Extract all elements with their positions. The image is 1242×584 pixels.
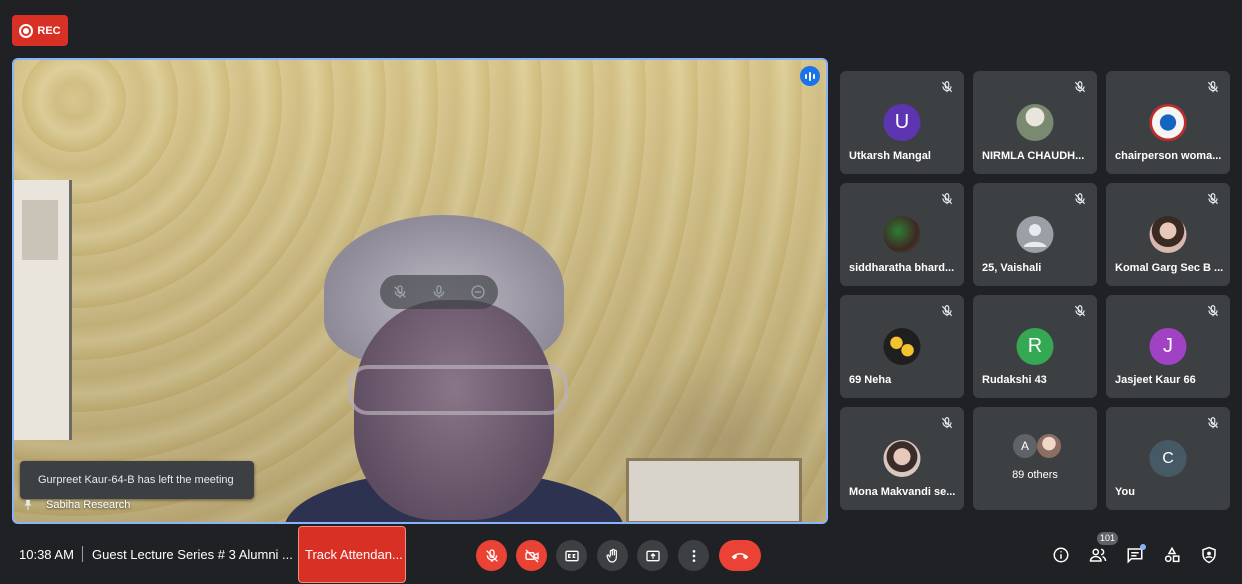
track-attendance-button[interactable]: Track Attendan... [298,526,406,583]
participant-name: Sabiha Research [46,499,131,511]
main-video-tile[interactable]: Gurpreet Kaur-64-B has left the meeting … [12,58,828,524]
mic-toggle-button[interactable] [476,540,507,571]
camera-off-icon [524,548,540,564]
recording-badge[interactable]: REC [12,15,68,46]
participant-name: Utkarsh Mangal [849,150,931,162]
avatar [1016,104,1054,141]
participant-name: NIRMLA CHAUDH... [982,150,1085,162]
participant-name: siddharatha bhard... [849,262,955,274]
participant-grid: U Utkarsh Mangal NIRMLA CHAUDH... chairp… [840,71,1230,510]
participant-tile[interactable]: 69 Neha [840,295,964,398]
avatar [883,440,921,477]
activities-icon[interactable] [1162,545,1182,565]
default-avatar-icon [1016,216,1054,253]
meeting-details-icon[interactable] [1051,545,1071,565]
participant-name: 25, Vaishali [982,262,1042,274]
participant-tile[interactable]: U Utkarsh Mangal [840,71,964,174]
tile-hover-controls [380,275,498,309]
participant-name: Rudakshi 43 [982,374,1047,386]
wall-poster [14,180,72,440]
mic-icon[interactable] [430,283,448,301]
avatar: C [1149,440,1187,477]
participant-tile[interactable]: R Rudakshi 43 [973,295,1097,398]
participant-name-tag: Sabiha Research [22,498,130,512]
closed-captions-icon [564,548,580,564]
mic-off-icon [1073,80,1087,94]
avatar: R [1016,328,1054,365]
raise-hand-button[interactable] [597,540,628,571]
more-vert-icon [686,548,702,564]
participant-tile[interactable]: chairperson woma... [1106,71,1230,174]
mic-off-icon [1073,304,1087,318]
present-icon [645,548,661,564]
mic-off-icon[interactable] [391,283,409,301]
participant-name: Komal Garg Sec B ... [1115,262,1224,274]
wall-frame [626,458,802,522]
people-count-badge: 101 [1097,532,1119,545]
toast-text: Gurpreet Kaur-64-B has left the meeting [38,474,234,486]
avatar [1037,434,1061,458]
mic-off-icon [940,304,954,318]
call-end-icon [730,549,750,563]
avatar: U [883,104,921,141]
notification-toast: Gurpreet Kaur-64-B has left the meeting [20,461,254,499]
avatar [883,216,921,253]
participant-tile[interactable]: siddharatha bhard... [840,183,964,286]
mic-off-icon [1073,192,1087,206]
speaking-indicator-icon [800,66,820,86]
mic-off-icon [1206,192,1220,206]
remove-icon[interactable] [469,283,487,301]
bottom-toolbar: 10:38 AM Guest Lecture Series # 3 Alumni… [0,524,1242,584]
avatar [883,328,921,365]
track-attendance-label: Track Attendan... [305,547,403,562]
captions-button[interactable] [556,540,587,571]
divider [82,546,83,562]
host-controls-icon[interactable] [1199,545,1219,565]
leave-call-button[interactable] [719,540,761,571]
camera-toggle-button[interactable] [516,540,547,571]
participant-name: Mona Makvandi se... [849,486,956,498]
pin-icon[interactable] [22,498,34,512]
participant-name: 69 Neha [849,374,892,386]
meeting-title[interactable]: Guest Lecture Series # 3 Alumni ... [92,547,293,562]
participant-tile[interactable]: NIRMLA CHAUDH... [973,71,1097,174]
present-screen-button[interactable] [637,540,668,571]
participant-tile[interactable]: Komal Garg Sec B ... [1106,183,1230,286]
others-tile[interactable]: A 89 others [973,407,1097,510]
mic-off-icon [940,416,954,430]
others-count: 89 others [1012,469,1058,481]
avatar: A [1013,434,1037,458]
hand-icon [605,548,621,564]
participant-name: chairperson woma... [1115,150,1222,162]
record-icon [19,23,34,38]
participant-tile[interactable]: Mona Makvandi se... [840,407,964,510]
recording-label: REC [37,24,61,37]
speaker-video [284,210,624,522]
participant-tile-self[interactable]: C You [1106,407,1230,510]
mic-off-icon [940,80,954,94]
avatar [1149,104,1187,141]
clock: 10:38 AM [19,547,74,562]
mic-off-icon [940,192,954,206]
avatar: J [1149,328,1187,365]
mic-off-icon [1206,80,1220,94]
participant-tile[interactable]: J Jasjeet Kaur 66 [1106,295,1230,398]
avatar [1149,216,1187,253]
more-options-button[interactable] [678,540,709,571]
participant-name: Jasjeet Kaur 66 [1115,374,1196,386]
participant-tile[interactable]: 25, Vaishali [973,183,1097,286]
chat-unread-dot [1140,544,1146,550]
mic-off-icon [1206,416,1220,430]
people-icon[interactable] [1088,545,1108,565]
participant-name: You [1115,486,1135,498]
mic-off-icon [484,548,500,564]
mic-off-icon [1206,304,1220,318]
